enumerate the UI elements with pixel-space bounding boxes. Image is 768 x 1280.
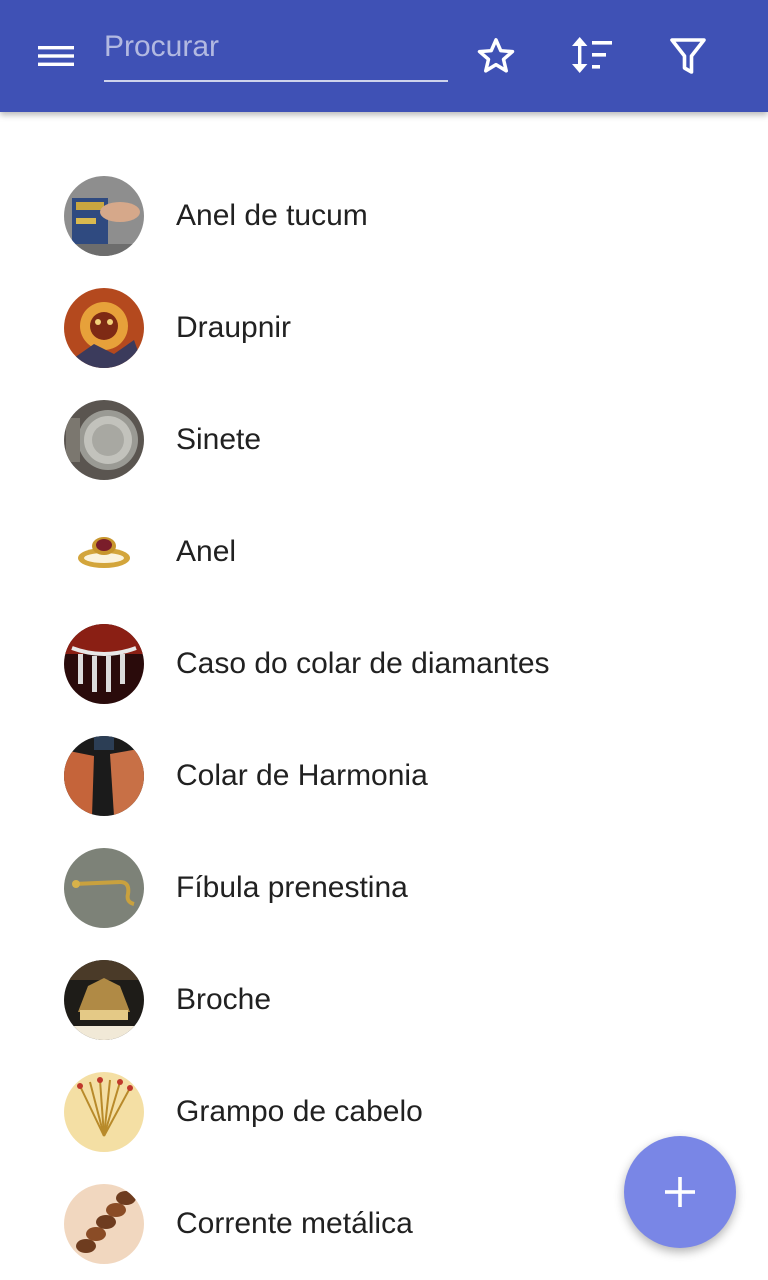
favorites-button[interactable]: [468, 28, 524, 84]
item-list: Anel de tucum Draupnir Sinete Anel Caso …: [0, 112, 768, 1280]
list-item[interactable]: Anel: [0, 496, 768, 608]
item-thumbnail: [64, 624, 144, 704]
item-thumbnail: [64, 736, 144, 816]
item-label: Corrente metálica: [176, 1207, 413, 1240]
item-label: Broche: [176, 983, 272, 1016]
list-item[interactable]: Broche: [0, 944, 768, 1056]
search-input[interactable]: [104, 24, 448, 70]
item-label: Anel de tucum: [176, 199, 368, 232]
list-item[interactable]: Draupnir: [0, 272, 768, 384]
item-label: Anel: [176, 535, 237, 568]
sort-icon: [572, 37, 612, 73]
search-field: [104, 24, 448, 82]
plus-icon: [665, 1177, 695, 1207]
list-item[interactable]: Fíbula prenestina: [0, 832, 768, 944]
add-button[interactable]: [624, 1136, 736, 1248]
menu-icon: [38, 46, 74, 66]
item-label: Draupnir: [176, 311, 292, 344]
list-item[interactable]: Sinete: [0, 384, 768, 496]
filter-icon: [670, 38, 706, 74]
item-thumbnail: [64, 288, 144, 368]
item-thumbnail: [64, 960, 144, 1040]
list-item[interactable]: Caso do colar de diamantes: [0, 608, 768, 720]
app-bar: [0, 0, 768, 112]
item-label: Grampo de cabelo: [176, 1095, 423, 1128]
sort-button[interactable]: [564, 28, 620, 84]
item-thumbnail: [64, 400, 144, 480]
item-thumbnail: [64, 176, 144, 256]
list-item[interactable]: Colar de Harmonia: [0, 720, 768, 832]
menu-button[interactable]: [24, 32, 88, 80]
item-label: Colar de Harmonia: [176, 759, 428, 792]
list-item[interactable]: Anel de tucum: [0, 160, 768, 272]
item-thumbnail: [64, 848, 144, 928]
item-label: Fíbula prenestina: [176, 871, 408, 904]
star-outline-icon: [477, 38, 515, 73]
item-thumbnail: [64, 512, 144, 592]
item-label: Sinete: [176, 423, 262, 456]
filter-button[interactable]: [660, 28, 716, 84]
item-thumbnail: [64, 1184, 144, 1264]
item-label: Caso do colar de diamantes: [176, 647, 550, 680]
item-thumbnail: [64, 1072, 144, 1152]
